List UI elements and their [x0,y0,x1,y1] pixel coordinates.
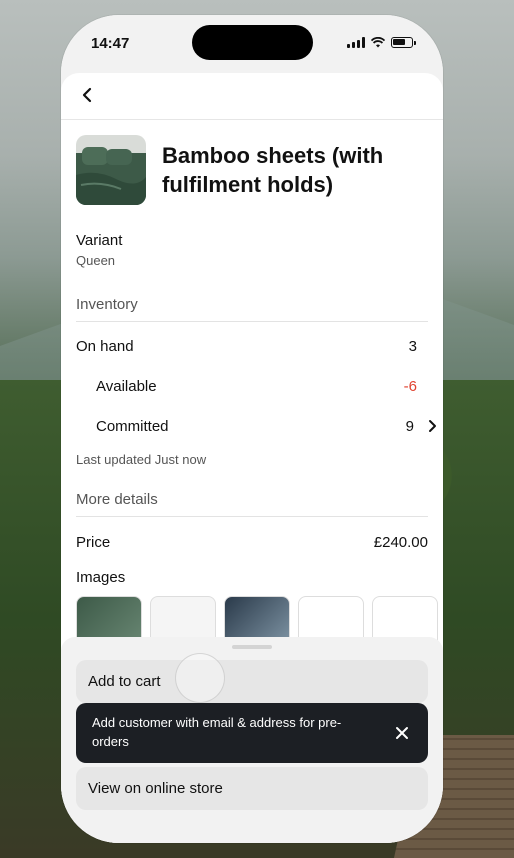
available-row: Available -6 [61,366,443,406]
touch-indicator [175,653,225,703]
on-hand-label: On hand [76,337,134,355]
product-thumbnail [76,135,146,205]
product-title: Bamboo sheets (with fulfilment holds) [162,143,384,197]
available-label: Available [96,377,157,395]
chevron-left-icon [82,87,92,103]
signal-icon [347,37,365,48]
toast-close-button[interactable] [390,721,414,745]
images-label: Images [76,569,126,586]
status-bar: 14:47 [61,15,443,73]
available-value: -6 [403,377,417,395]
nav-bar [61,73,443,120]
dynamic-island [192,25,313,60]
more-details-heading: More details [76,491,428,517]
close-icon [396,727,408,739]
view-online-store-button[interactable]: View on online store [76,767,428,810]
variant-value: Queen [76,253,116,268]
price-label: Price [76,533,111,551]
variant-label: Variant [76,232,123,249]
battery-icon [391,37,416,48]
toast-message: Add customer with email & address for pr… [92,715,342,749]
product-header: Bamboo sheets (with fulfilment holds) [61,120,443,205]
back-button[interactable] [75,83,99,107]
status-icons [347,37,416,48]
inventory-heading: Inventory [76,296,428,322]
grabber-handle[interactable] [232,645,272,649]
wifi-icon [371,37,385,48]
committed-value: 9 [405,417,414,435]
on-hand-value: 3 [408,337,417,355]
committed-row[interactable]: Committed 9 [61,406,443,446]
phone-frame: 14:47 Bamboo sheets (with fulfilment hol… [61,15,443,843]
price-row: Price £240.00 [61,519,443,565]
add-to-cart-button[interactable]: Add to cart [76,660,428,703]
committed-label: Committed [96,417,169,435]
chevron-right-icon [429,420,436,432]
last-updated-text: Last updated Just now [76,452,207,467]
action-sheet: Add to cart Add customer with email & ad… [61,637,443,843]
on-hand-row: On hand 3 [61,326,443,366]
price-value: £240.00 [373,533,428,551]
toast-notification: Add customer with email & address for pr… [76,703,428,763]
variant-block: Variant Queen [61,205,443,268]
status-time: 14:47 [91,35,130,52]
